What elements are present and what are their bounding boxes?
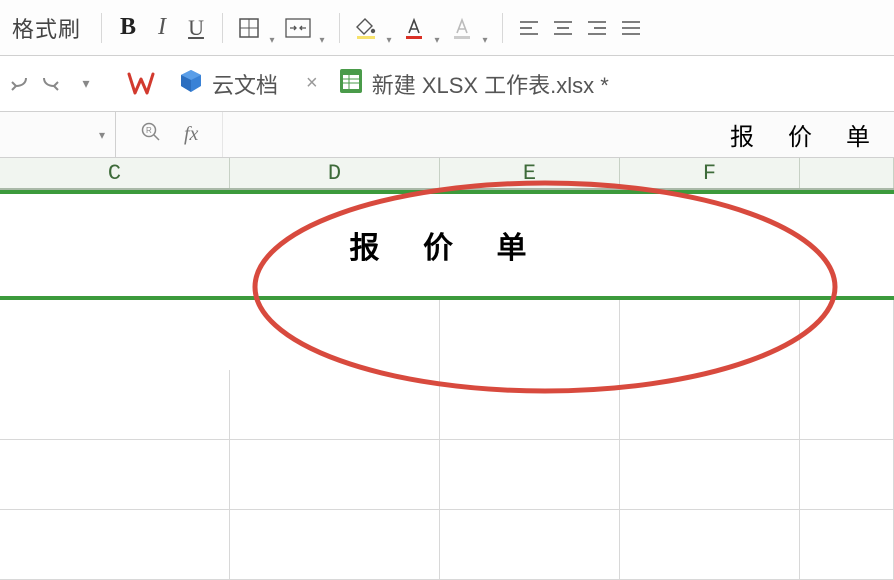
align-center-button[interactable] — [547, 10, 579, 46]
column-headers: C D E F — [0, 158, 894, 190]
merge-cells-button[interactable] — [281, 10, 315, 46]
dropdown-caret-icon[interactable]: ▾ — [265, 35, 279, 46]
zoom-icon[interactable]: R — [140, 121, 162, 148]
column-header[interactable]: C — [0, 158, 230, 188]
borders-button[interactable] — [233, 10, 265, 46]
cell[interactable] — [440, 440, 620, 509]
separator — [101, 13, 102, 43]
cell[interactable] — [230, 300, 440, 370]
cell[interactable] — [230, 440, 440, 509]
formatting-toolbar: 格式刷 B I U ▾ ▾ ▾ — [0, 0, 894, 56]
cell[interactable] — [800, 510, 894, 579]
cell[interactable] — [800, 370, 894, 439]
tab-label: 新建 XLSX 工作表.xlsx * — [372, 68, 609, 100]
underline-button[interactable]: U — [180, 10, 212, 46]
separator — [222, 13, 223, 43]
fx-label[interactable]: fx — [184, 123, 198, 146]
dropdown-caret-icon[interactable]: ▾ — [315, 35, 329, 46]
column-header[interactable]: E — [440, 158, 620, 188]
grid-row — [0, 510, 894, 580]
align-left-button[interactable] — [513, 10, 545, 46]
format-painter-button[interactable]: 格式刷 — [2, 6, 91, 50]
document-tab-bar: ▾ 云文档 × 新建 XLSX 工作表.xlsx * — [0, 56, 894, 112]
dropdown-caret-icon[interactable]: ▾ — [382, 35, 396, 46]
redo-button[interactable] — [38, 67, 66, 101]
cell[interactable] — [0, 440, 230, 509]
cell[interactable] — [440, 370, 620, 439]
cell[interactable] — [620, 510, 800, 579]
bold-button[interactable]: B — [112, 10, 144, 46]
tab-spreadsheet-file[interactable]: 新建 XLSX 工作表.xlsx * — [334, 61, 621, 107]
column-header[interactable]: F — [620, 158, 800, 188]
cell[interactable] — [620, 440, 800, 509]
tab-close-button[interactable]: × — [296, 68, 328, 99]
cell[interactable] — [0, 300, 230, 370]
column-header[interactable]: D — [230, 158, 440, 188]
name-box[interactable]: ▾ — [0, 112, 116, 157]
align-right-button[interactable] — [581, 10, 613, 46]
cell[interactable] — [620, 300, 800, 370]
merged-title-cell[interactable]: 报 价 单 — [0, 194, 894, 296]
dropdown-caret-icon[interactable]: ▾ — [430, 35, 444, 46]
separator — [502, 13, 503, 43]
cell[interactable] — [0, 510, 230, 579]
cell[interactable] — [440, 510, 620, 579]
undo-button[interactable] — [4, 67, 32, 101]
cell[interactable] — [620, 370, 800, 439]
grid-row — [0, 440, 894, 510]
cell[interactable] — [0, 370, 230, 439]
cube-icon — [178, 68, 204, 100]
formula-input[interactable]: 报 价 单 — [223, 117, 894, 152]
dropdown-caret-icon[interactable]: ▾ — [478, 35, 492, 46]
column-header[interactable] — [800, 158, 894, 188]
grid-row — [0, 370, 894, 440]
formula-bar: ▾ R fx 报 价 单 — [0, 112, 894, 158]
dropdown-caret-icon[interactable]: ▾ — [99, 128, 105, 142]
fx-zone: R fx — [116, 112, 223, 157]
tab-cloud-docs[interactable]: 云文档 — [166, 62, 290, 106]
separator — [339, 13, 340, 43]
svg-text:R: R — [146, 126, 152, 135]
spreadsheet-file-icon — [338, 67, 364, 101]
cell[interactable] — [230, 370, 440, 439]
cell[interactable] — [230, 510, 440, 579]
cell[interactable] — [800, 440, 894, 509]
title-row: 报 价 单 — [0, 190, 894, 300]
grid-row — [0, 300, 894, 370]
spreadsheet-grid[interactable]: 报 价 单 — [0, 190, 894, 580]
fill-color-button[interactable] — [350, 10, 382, 46]
highlight-color-button[interactable] — [446, 10, 478, 46]
align-justify-button[interactable] — [615, 10, 647, 46]
dropdown-caret-icon[interactable]: ▾ — [72, 67, 100, 101]
font-color-button[interactable] — [398, 10, 430, 46]
wps-logo-icon[interactable] — [122, 66, 160, 102]
italic-button[interactable]: I — [146, 10, 178, 46]
cell[interactable] — [800, 300, 894, 370]
cell[interactable] — [440, 300, 620, 370]
tab-label: 云文档 — [212, 68, 278, 100]
